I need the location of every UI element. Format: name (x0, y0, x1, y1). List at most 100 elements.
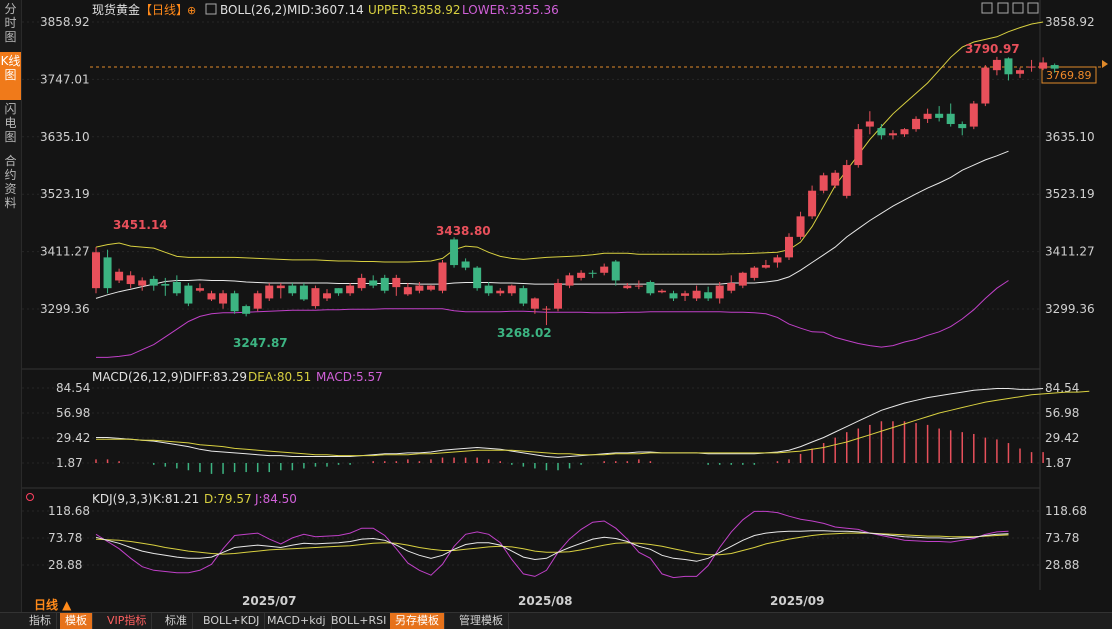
candle-body (681, 293, 690, 296)
candle-body (473, 267, 482, 289)
candle-body (172, 282, 181, 294)
candle-body (704, 292, 713, 299)
candle-body (785, 236, 793, 258)
candle-body (426, 285, 435, 290)
candle-body (888, 133, 897, 136)
save-template-button[interactable]: 另存模板 (390, 613, 445, 629)
candle-body (958, 124, 967, 129)
candle-body (773, 257, 782, 263)
kdj-k-label: K:81.21 (153, 492, 199, 506)
kdj-tick-left: 28.88 (48, 558, 82, 572)
candle-body (92, 252, 100, 289)
macd-kdj-tab[interactable]: MACD+kdj (262, 613, 332, 629)
candle-body (715, 285, 724, 299)
instrument-name: 现货黄金 (92, 2, 140, 17)
candle-body (1004, 58, 1013, 75)
candle-body (623, 285, 632, 289)
candle-body (184, 285, 193, 304)
candle-body (842, 165, 851, 196)
zoom-icon[interactable] (997, 2, 1009, 14)
candle-body (507, 285, 516, 294)
macd-tick-right: 29.42 (1045, 431, 1079, 445)
candle-body (554, 283, 562, 309)
kdj-tick-right: 28.88 (1045, 558, 1079, 572)
kdj-d-label: D:79.57 (204, 492, 252, 506)
candle-body (981, 67, 990, 104)
candle-body (115, 271, 124, 281)
chart-canvas[interactable]: 现货黄金 【日线】 ⊕ BOLL(26,2) MID:3607.14 UPPER… (0, 0, 1112, 612)
candle-body (311, 288, 320, 307)
macd-tick-left: 1.87 (56, 456, 83, 470)
price-tick-right: 3299.36 (1045, 302, 1095, 316)
candle-body (565, 275, 574, 286)
vip-indicator-tab[interactable]: VIP指标 (102, 613, 153, 629)
candle-body (149, 278, 158, 286)
kdj-tick-left: 118.68 (48, 504, 90, 518)
candle-body (1039, 62, 1048, 69)
candle-body (831, 172, 840, 186)
current-price-marker (1102, 60, 1108, 68)
candle-body (750, 267, 759, 278)
boll-lower: LOWER:3355.36 (462, 3, 559, 17)
candle-body (103, 257, 112, 289)
play-icon[interactable] (1012, 2, 1024, 14)
price-tick-right: 3411.27 (1045, 245, 1095, 259)
candle-body (992, 59, 1001, 71)
kdj-tick-right: 118.68 (1045, 504, 1087, 518)
candle-body (334, 288, 343, 294)
candle-body (195, 288, 204, 291)
mid-band-line (95, 150, 1009, 299)
candle-body (530, 298, 539, 309)
manage-template-button[interactable]: 管理模板 (454, 613, 509, 629)
high-label-1: 3451.14 (113, 218, 168, 232)
toolbar-icons[interactable] (981, 2, 1039, 14)
candle-body (969, 103, 978, 127)
macd-diff-label: DIFF:83.29 (183, 370, 247, 384)
skip-icon[interactable] (1027, 2, 1039, 14)
candle-body (299, 285, 308, 300)
candle-body (369, 280, 378, 286)
period-selector[interactable]: 日线 ▲ (34, 596, 71, 613)
candle-body (219, 293, 228, 304)
crosshair-icon[interactable] (981, 2, 993, 14)
candle-body (161, 284, 170, 286)
candles (92, 56, 1059, 326)
settings-icon[interactable]: ⊕ (187, 4, 196, 17)
candle-body (392, 277, 401, 288)
candle-body (600, 266, 609, 273)
indicator-icon[interactable] (205, 3, 217, 15)
candle-body (634, 285, 643, 287)
indicator-tab[interactable]: 指标 (24, 613, 57, 629)
candle-body (438, 262, 447, 291)
macd-tick-left: 29.42 (56, 431, 90, 445)
macd-title: MACD(26,12,9) (92, 370, 183, 384)
gridlines (22, 21, 1040, 566)
boll-upper: UPPER:3858.92 (368, 3, 460, 17)
macd-tick-right: 1.87 (1045, 456, 1072, 470)
candle-body (357, 277, 366, 289)
low-label-1: 3247.87 (233, 336, 288, 350)
candle-body (588, 272, 597, 274)
kdj-settings-icon[interactable] (26, 493, 34, 501)
candle-body (242, 306, 251, 314)
boll-rsi-tab[interactable]: BOLL+RSI (326, 613, 393, 629)
candle-body (265, 285, 274, 299)
macd-tick-left: 56.98 (56, 406, 90, 420)
price-tick-right: 3523.19 (1045, 187, 1095, 201)
candle-body (450, 239, 459, 266)
candle-body (912, 118, 921, 130)
boll-kdj-tab[interactable]: BOLL+KDJ (198, 613, 266, 629)
candle-body (808, 190, 817, 217)
candle-body (323, 293, 331, 299)
standard-tab[interactable]: 标准 (160, 613, 193, 629)
macd-value-label: MACD:5.57 (316, 370, 383, 384)
candle-body (865, 121, 874, 127)
candle-body (900, 129, 909, 135)
price-tick-left: 3635.10 (40, 130, 90, 144)
candle-body (230, 293, 239, 312)
candle-body (692, 290, 701, 299)
candle-body (276, 285, 285, 289)
boll-name: BOLL(26,2) (220, 3, 287, 17)
candle-body (542, 308, 551, 310)
template-tab[interactable]: 模板 (60, 613, 93, 629)
